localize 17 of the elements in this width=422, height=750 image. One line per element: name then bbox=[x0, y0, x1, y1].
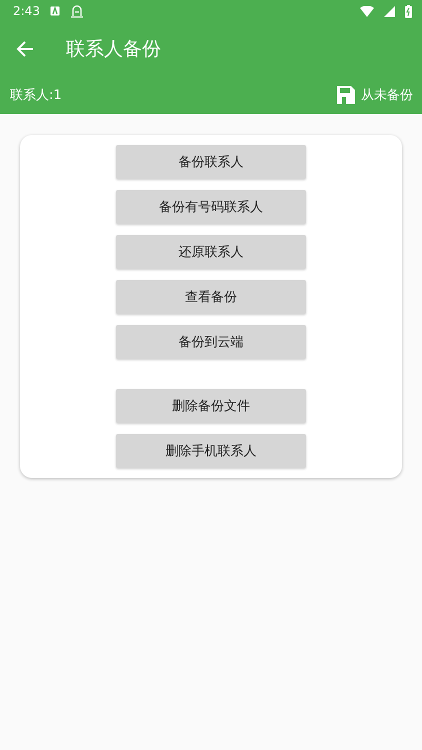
status-time: 2:43 bbox=[13, 4, 40, 18]
notification-icon bbox=[50, 6, 60, 16]
page-title: 联系人备份 bbox=[66, 37, 161, 62]
action-button[interactable]: 备份到云端 bbox=[116, 325, 306, 359]
action-button[interactable]: 查看备份 bbox=[116, 280, 306, 314]
notification-icon bbox=[70, 4, 84, 18]
action-button[interactable]: 删除手机联系人 bbox=[116, 434, 306, 468]
wifi-icon bbox=[360, 6, 374, 16]
action-button[interactable]: 还原联系人 bbox=[116, 235, 306, 269]
back-arrow-icon[interactable] bbox=[16, 40, 34, 58]
action-button[interactable]: 备份联系人 bbox=[116, 145, 306, 179]
backup-status: 从未备份 bbox=[361, 87, 413, 104]
signal-icon bbox=[384, 6, 395, 16]
action-button[interactable]: 删除备份文件 bbox=[116, 389, 306, 423]
battery-icon bbox=[405, 4, 412, 18]
action-button[interactable]: 备份有号码联系人 bbox=[116, 190, 306, 224]
contact-count: 联系人:1 bbox=[10, 87, 62, 104]
